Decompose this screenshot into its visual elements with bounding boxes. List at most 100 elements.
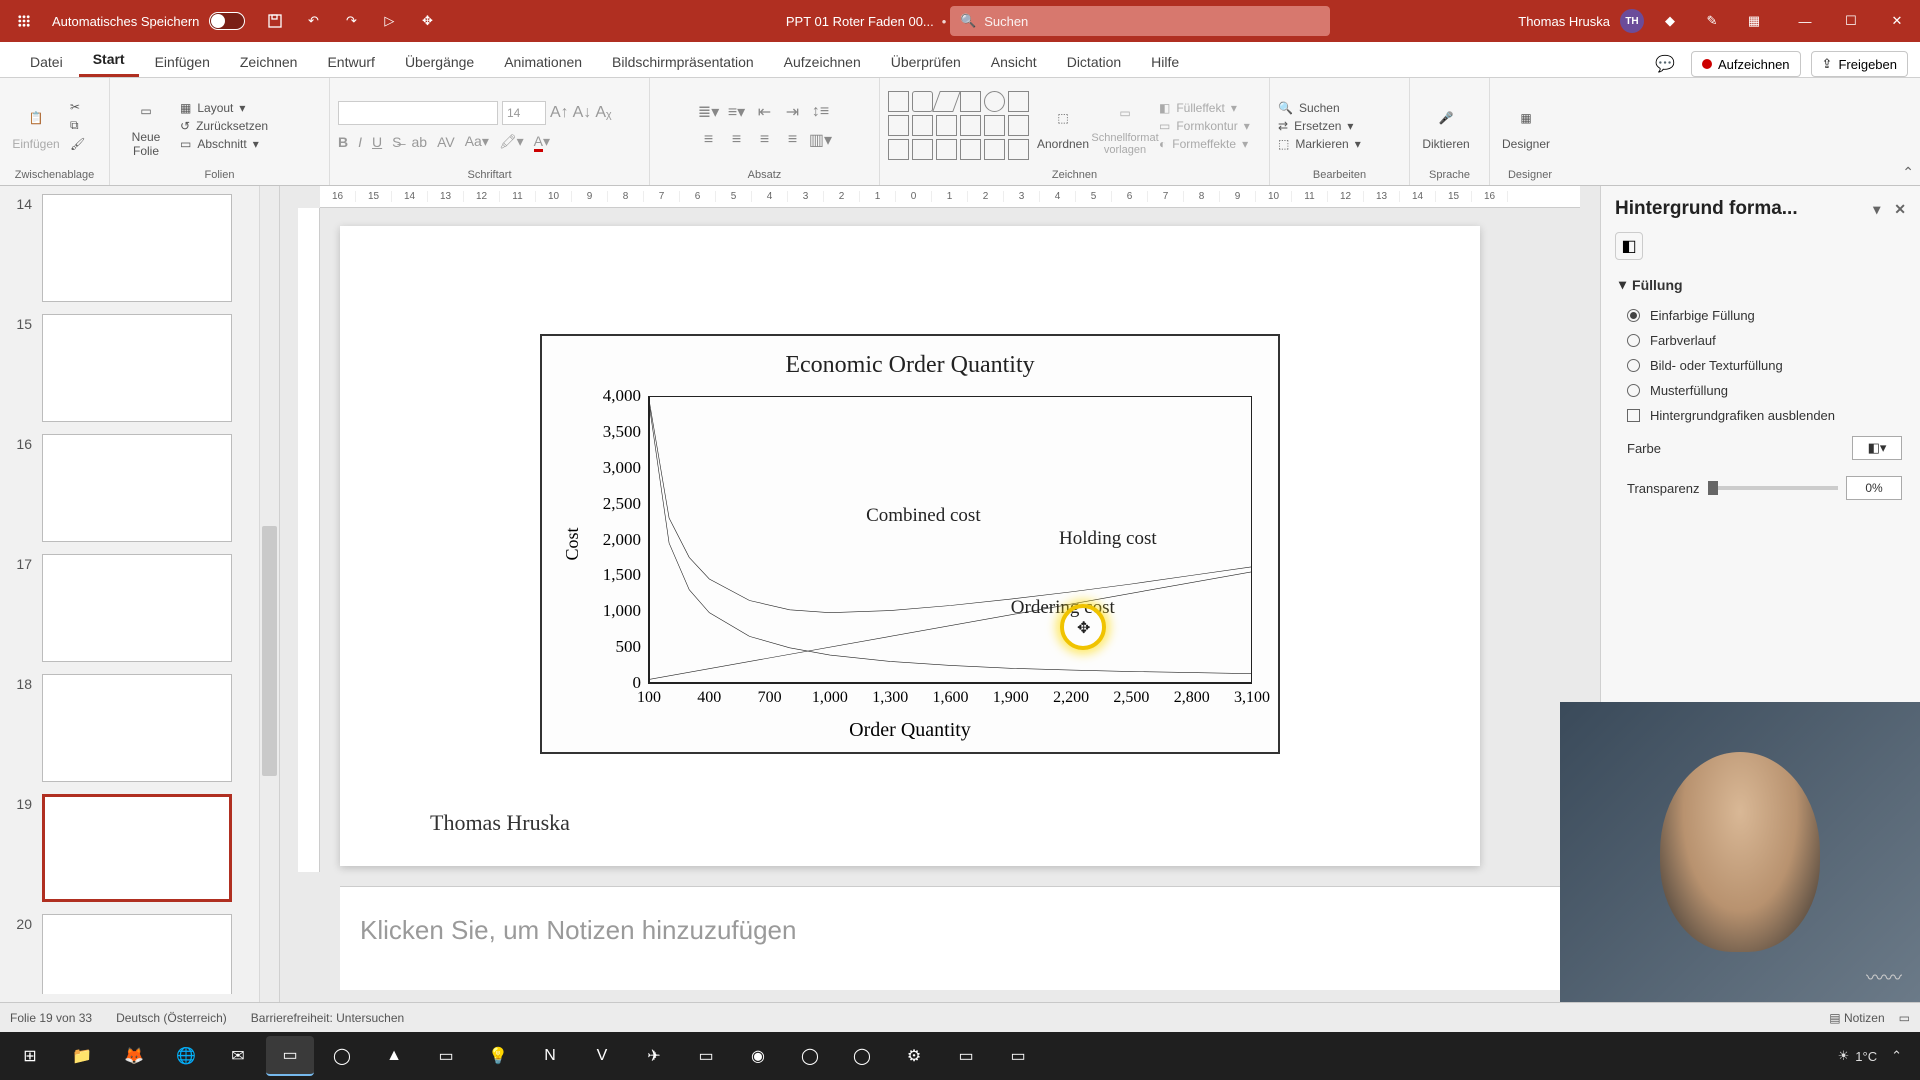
thumbnail-item[interactable]: 16 bbox=[8, 434, 251, 542]
thumbnail-preview[interactable] bbox=[42, 434, 232, 542]
chrome-icon[interactable]: 🌐 bbox=[162, 1036, 210, 1076]
underline-icon[interactable]: U bbox=[372, 134, 382, 150]
align-right-icon[interactable]: ≡ bbox=[753, 128, 777, 152]
thumbnail-item[interactable]: 18 bbox=[8, 674, 251, 782]
app-icon-3[interactable]: ▭ bbox=[682, 1036, 730, 1076]
app-icon-2[interactable]: 💡 bbox=[474, 1036, 522, 1076]
dictate-button[interactable]: 🎤Diktieren bbox=[1418, 101, 1474, 151]
align-center-icon[interactable]: ≡ bbox=[725, 128, 749, 152]
chart-image[interactable]: Economic Order Quantity Cost Order Quant… bbox=[540, 334, 1280, 754]
thumbnail-preview[interactable] bbox=[42, 794, 232, 902]
columns-icon[interactable]: ▥▾ bbox=[809, 128, 833, 152]
search-box[interactable]: 🔍 bbox=[950, 6, 1330, 36]
telegram-icon[interactable]: ✈ bbox=[630, 1036, 678, 1076]
replace-button[interactable]: ⇄ Ersetzen ▾ bbox=[1278, 119, 1361, 133]
app-menu-icon[interactable] bbox=[12, 9, 36, 33]
slide-editor[interactable]: 1615141312111098765432101234567891011121… bbox=[280, 186, 1600, 1002]
arrange-button[interactable]: ⬚Anordnen bbox=[1035, 101, 1091, 151]
align-left-icon[interactable]: ≡ bbox=[697, 128, 721, 152]
gradient-fill-radio[interactable]: Farbverlauf bbox=[1619, 328, 1902, 353]
shadow-icon[interactable]: ab bbox=[411, 134, 427, 150]
tab-animationen[interactable]: Animationen bbox=[490, 46, 596, 77]
section-button[interactable]: ▭ Abschnitt ▾ bbox=[180, 137, 268, 151]
shape-effects-button[interactable]: ◐ Formeffekte ▾ bbox=[1159, 137, 1250, 151]
clear-formatting-icon[interactable]: Aᵪ bbox=[595, 104, 611, 122]
app-icon-4[interactable]: ◯ bbox=[786, 1036, 834, 1076]
maximize-button[interactable]: ☐ bbox=[1828, 0, 1874, 42]
normal-view-icon[interactable]: ▭ bbox=[1899, 1011, 1910, 1025]
bullets-icon[interactable]: ≣▾ bbox=[697, 100, 721, 124]
record-button[interactable]: Aufzeichnen bbox=[1691, 51, 1801, 77]
weather-widget[interactable]: ☀1°C bbox=[1838, 1048, 1877, 1064]
notes-pane[interactable]: Klicken Sie, um Notizen hinzuzufügen bbox=[340, 886, 1580, 990]
tab-start[interactable]: Start bbox=[79, 43, 139, 77]
accessibility-label[interactable]: Barrierefreiheit: Untersuchen bbox=[251, 1011, 404, 1025]
search-input[interactable] bbox=[984, 14, 1320, 29]
numbering-icon[interactable]: ≡▾ bbox=[725, 100, 749, 124]
tab-hilfe[interactable]: Hilfe bbox=[1137, 46, 1193, 77]
tab-bildschirmpraesentation[interactable]: Bildschirmpräsentation bbox=[598, 46, 768, 77]
case-icon[interactable]: Aa▾ bbox=[465, 133, 489, 150]
transparency-value[interactable]: 0% bbox=[1846, 476, 1902, 500]
increase-font-icon[interactable]: A↑ bbox=[550, 104, 569, 122]
start-button[interactable]: ⊞ bbox=[6, 1036, 54, 1076]
account-area[interactable]: Thomas Hruska TH ◆ ✎ ▦ bbox=[1518, 9, 1770, 33]
shape-fill-button[interactable]: ◧ Fülleffekt ▾ bbox=[1159, 101, 1250, 115]
thumbnail-item[interactable]: 15 bbox=[8, 314, 251, 422]
thumbnail-item[interactable]: 14 bbox=[8, 194, 251, 302]
thumbnail-preview[interactable] bbox=[42, 314, 232, 422]
onenote-icon[interactable]: N bbox=[526, 1036, 574, 1076]
transparency-slider[interactable] bbox=[1708, 486, 1839, 490]
thumbnail-preview[interactable] bbox=[42, 914, 232, 994]
tab-zeichnen[interactable]: Zeichnen bbox=[226, 46, 312, 77]
new-slide-button[interactable]: ▭Neue Folie bbox=[118, 94, 174, 158]
tab-uebergaenge[interactable]: Übergänge bbox=[391, 46, 488, 77]
tab-entwurf[interactable]: Entwurf bbox=[313, 46, 388, 77]
from-beginning-icon[interactable]: ▷ bbox=[379, 11, 399, 31]
font-family-select[interactable] bbox=[338, 101, 498, 125]
notes-toggle[interactable]: ▤ Notizen bbox=[1829, 1011, 1884, 1025]
paste-button[interactable]: 📋Einfügen bbox=[8, 101, 64, 151]
thumbnail-item[interactable]: 17 bbox=[8, 554, 251, 662]
layout-button[interactable]: ▦ Layout ▾ bbox=[180, 101, 268, 115]
tray-chevron-icon[interactable]: ⌃ bbox=[1891, 1048, 1902, 1064]
system-tray[interactable]: ☀1°C ⌃ bbox=[1838, 1048, 1914, 1064]
toggle-switch[interactable] bbox=[209, 12, 245, 30]
share-button[interactable]: ⇪Freigeben bbox=[1811, 51, 1908, 77]
app-icon-6[interactable]: ▭ bbox=[994, 1036, 1042, 1076]
powerpoint-icon[interactable]: ▭ bbox=[266, 1036, 314, 1076]
calendar-icon[interactable]: ▦ bbox=[1744, 11, 1764, 31]
thumbnail-preview[interactable] bbox=[42, 194, 232, 302]
strikethrough-icon[interactable]: S̶ bbox=[392, 134, 401, 150]
app-icon-v[interactable]: V bbox=[578, 1036, 626, 1076]
cut-icon[interactable]: ✂ bbox=[70, 100, 85, 114]
touch-mode-icon[interactable]: ✥ bbox=[417, 11, 437, 31]
app-icon-1[interactable]: ▭ bbox=[422, 1036, 470, 1076]
autosave-toggle[interactable]: Automatisches Speichern bbox=[52, 12, 245, 30]
shape-outline-button[interactable]: ▭ Formkontur ▾ bbox=[1159, 119, 1250, 133]
copy-icon[interactable]: ⧉ bbox=[70, 118, 85, 133]
user-avatar[interactable]: TH bbox=[1620, 9, 1644, 33]
excel-icon[interactable]: ▭ bbox=[942, 1036, 990, 1076]
collapse-ribbon-icon[interactable]: ⌃ bbox=[1902, 164, 1914, 181]
italic-icon[interactable]: I bbox=[358, 134, 362, 150]
decrease-font-icon[interactable]: A↓ bbox=[573, 104, 592, 122]
firefox-icon[interactable]: 🦊 bbox=[110, 1036, 158, 1076]
close-button[interactable]: ✕ bbox=[1874, 0, 1920, 42]
vlc-icon[interactable]: ▲ bbox=[370, 1036, 418, 1076]
undo-icon[interactable]: ↶ bbox=[303, 11, 323, 31]
font-color-icon[interactable]: A▾ bbox=[534, 133, 550, 150]
pattern-fill-radio[interactable]: Musterfüllung bbox=[1619, 378, 1902, 403]
highlight-icon[interactable]: 🖍▾ bbox=[499, 133, 524, 150]
color-picker-button[interactable]: ◧▾ bbox=[1852, 436, 1902, 460]
obs-icon[interactable]: ◉ bbox=[734, 1036, 782, 1076]
tab-aufzeichnen[interactable]: Aufzeichnen bbox=[770, 46, 875, 77]
font-size-select[interactable]: 14 bbox=[502, 101, 546, 125]
quick-styles-button[interactable]: ▭Schnellformat vorlagen bbox=[1097, 96, 1153, 156]
comments-icon[interactable]: 💬 bbox=[1655, 54, 1675, 74]
diamond-icon[interactable]: ◆ bbox=[1660, 11, 1680, 31]
snagit-icon[interactable]: ◯ bbox=[318, 1036, 366, 1076]
slide-canvas[interactable]: Economic Order Quantity Cost Order Quant… bbox=[340, 226, 1480, 866]
file-explorer-icon[interactable]: 📁 bbox=[58, 1036, 106, 1076]
app-icon-5[interactable]: ◯ bbox=[838, 1036, 886, 1076]
